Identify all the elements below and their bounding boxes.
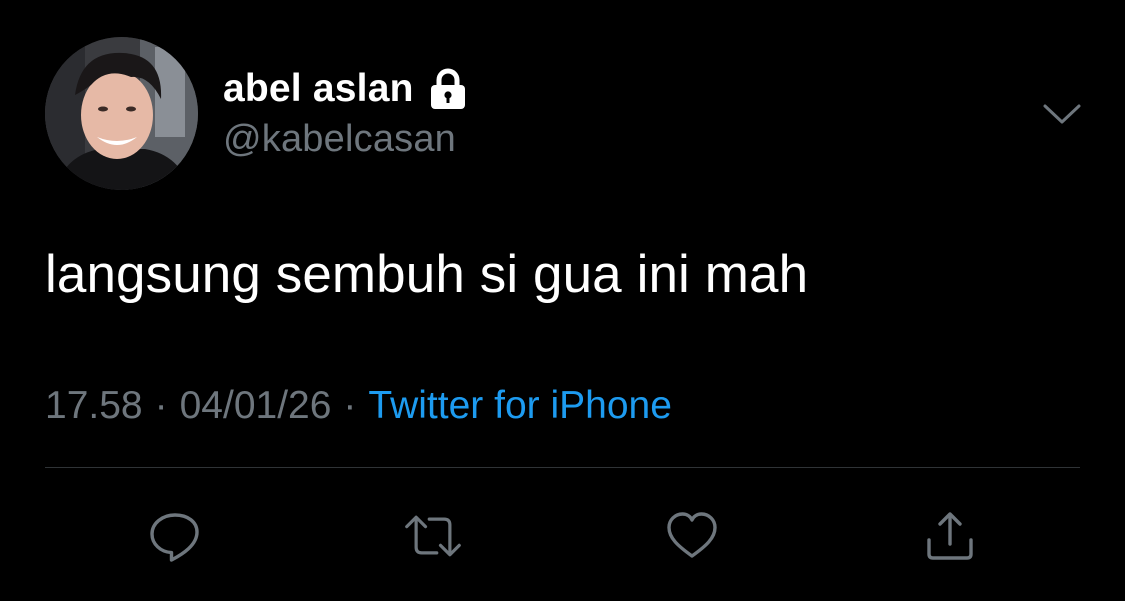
meta-separator: · [343, 384, 357, 427]
display-name-row: abel aslan [223, 64, 468, 114]
share-icon [927, 512, 973, 560]
meta-separator: · [154, 384, 168, 427]
lock-icon [428, 68, 468, 110]
avatar[interactable] [45, 37, 198, 190]
reply-icon [150, 513, 199, 562]
display-name[interactable]: abel aslan [223, 67, 414, 111]
reply-button[interactable] [145, 506, 205, 566]
tweet-meta: 17.58 · 04/01/26 · Twitter for iPhone [45, 384, 672, 428]
tweet-text: langsung sembuh si gua ini mah [45, 245, 809, 304]
tweet-time: 17.58 [45, 384, 143, 427]
retweet-button[interactable] [403, 506, 463, 566]
tweet-detail: abel aslan @kabelcasan langsung sembuh s… [0, 0, 1125, 601]
like-button[interactable] [662, 506, 722, 566]
share-button[interactable] [920, 506, 980, 566]
avatar-image [45, 37, 198, 190]
tweet-source-link[interactable]: Twitter for iPhone [368, 384, 671, 428]
chevron-down-icon[interactable] [1040, 96, 1084, 130]
user-handle[interactable]: @kabelcasan [223, 118, 456, 161]
tweet-date: 04/01/26 [179, 384, 332, 427]
divider [45, 467, 1080, 468]
retweet-icon [405, 515, 461, 557]
heart-icon [667, 512, 717, 558]
